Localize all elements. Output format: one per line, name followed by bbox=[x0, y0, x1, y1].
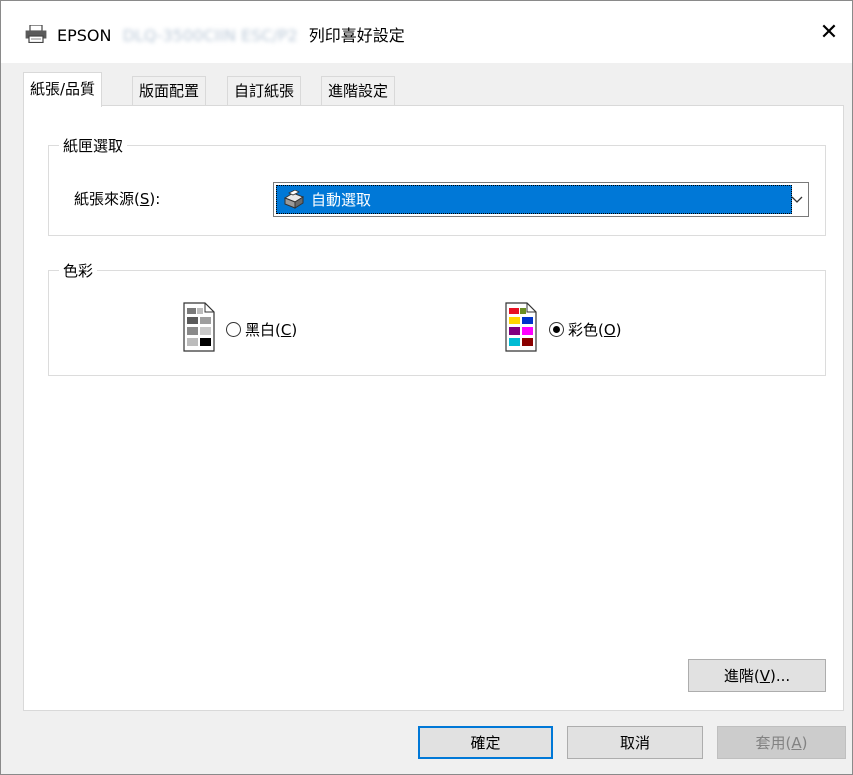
auto-select-printer-icon bbox=[283, 189, 305, 209]
color-radio-option[interactable]: 彩色(O) bbox=[549, 319, 622, 340]
close-button[interactable]: ✕ bbox=[806, 1, 852, 63]
color-radio[interactable] bbox=[549, 322, 564, 337]
tab-paper-quality[interactable]: 紙張/品質 bbox=[23, 72, 103, 107]
color-document-icon bbox=[505, 302, 537, 352]
paper-tray-group-title: 紙匣選取 bbox=[59, 135, 128, 156]
apply-button[interactable]: 套用(A) bbox=[717, 726, 846, 759]
cancel-button[interactable]: 取消 bbox=[567, 726, 703, 759]
tab-panel: 紙匣選取 紙張來源(S): 自動選取 色彩 黑白(C) 彩色(O) 進階(V … bbox=[23, 105, 844, 711]
title-brand: EPSON bbox=[57, 26, 112, 45]
paper-source-label: 紙張來源(S): bbox=[74, 190, 161, 208]
paper-source-selected[interactable]: 自動選取 bbox=[276, 185, 792, 214]
color-group-title: 色彩 bbox=[59, 260, 98, 281]
printer-icon bbox=[25, 25, 47, 43]
title-bar[interactable]: EPSON DLQ-3500CIIN ESC/P2 列印喜好設定 ✕ bbox=[1, 1, 852, 63]
printing-preferences-window: EPSON DLQ-3500CIIN ESC/P2 列印喜好設定 ✕ 紙張/品質… bbox=[0, 0, 853, 775]
title-suffix: 列印喜好設定 bbox=[308, 26, 405, 45]
paper-tray-group: 紙匣選取 紙張來源(S): 自動選取 bbox=[48, 135, 826, 236]
color-radio-label[interactable]: 彩色(O) bbox=[568, 319, 622, 340]
tab-advanced-settings[interactable]: 進階設定 bbox=[321, 76, 396, 106]
ok-button[interactable]: 確定 bbox=[418, 726, 553, 759]
bw-radio-option[interactable]: 黑白(C) bbox=[226, 319, 297, 340]
close-icon[interactable]: ✕ bbox=[820, 20, 838, 45]
paper-source-value: 自動選取 bbox=[311, 191, 372, 209]
paper-source-select[interactable]: 自動選取 bbox=[273, 182, 809, 217]
window-title: EPSON DLQ-3500CIIN ESC/P2 列印喜好設定 bbox=[57, 22, 405, 46]
grayscale-document-icon bbox=[183, 302, 215, 352]
bw-radio[interactable] bbox=[226, 322, 241, 337]
bw-radio-label[interactable]: 黑白(C) bbox=[245, 319, 297, 340]
advanced-button[interactable]: 進階(V)... bbox=[688, 659, 826, 692]
color-group: 色彩 黑白(C) 彩色(O) bbox=[48, 260, 826, 376]
tab-custom-paper[interactable]: 自訂紙張 bbox=[227, 76, 302, 106]
title-model: DLQ-3500CIIN ESC/P2 bbox=[122, 26, 298, 45]
tab-layout[interactable]: 版面配置 bbox=[132, 76, 207, 106]
chevron-down-icon[interactable] bbox=[790, 192, 804, 206]
